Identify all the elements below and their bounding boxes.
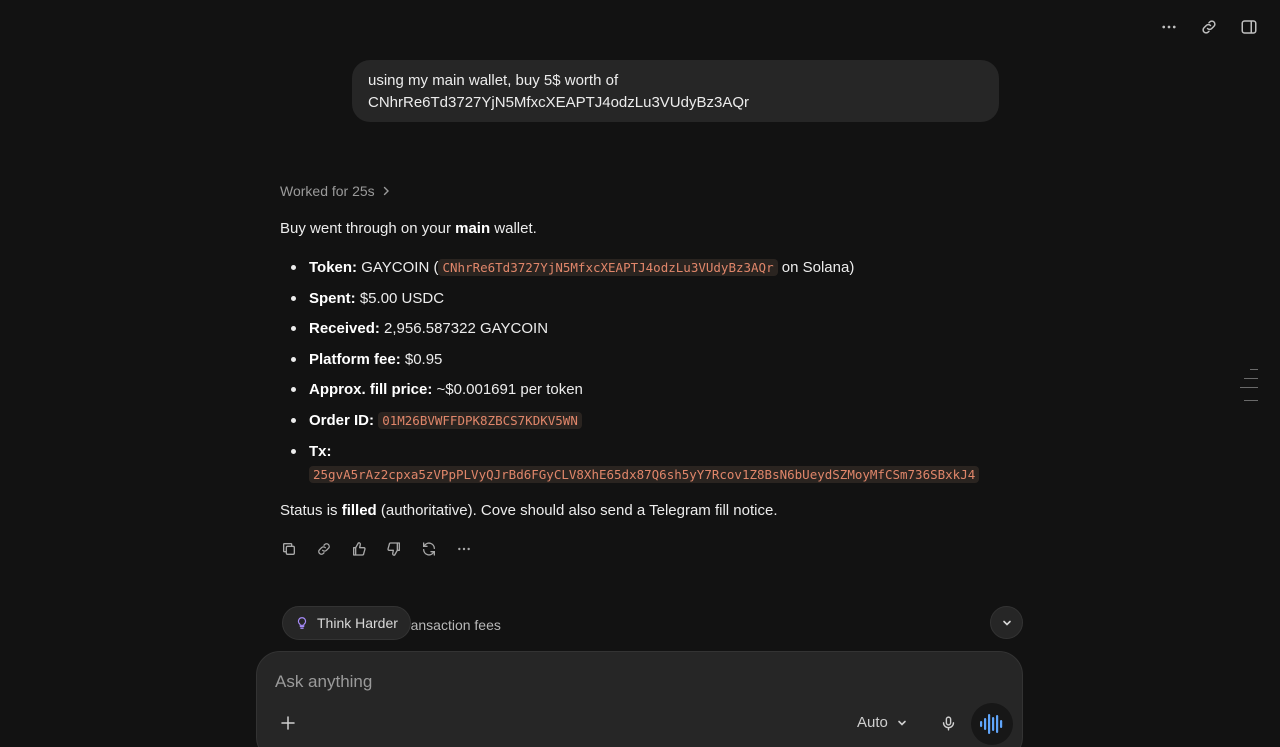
good-response-button[interactable]: [350, 540, 368, 558]
regenerate-icon: [423, 541, 435, 556]
user-message-line-1: using my main wallet, buy 5$ worth of: [368, 72, 619, 89]
thumbs-down-icon: [387, 541, 400, 556]
think-harder-button[interactable]: Think Harder: [282, 606, 411, 640]
share-link-button[interactable]: [1196, 14, 1222, 40]
token-address-code: CNhrRe6Td3727YjN5MfxcXEAPTJ4odzLu3VUdyBz…: [438, 259, 778, 276]
status-text-end: (authoritative). Cove should also send a…: [376, 501, 778, 519]
voice-mode-button[interactable]: [971, 703, 1013, 745]
intro-text-end: wallet.: [490, 220, 537, 237]
tx-hash-code: 25gvA5rAz2cpxa5zVPpPLVyQJrBd6FGyCLV8XhE6…: [309, 465, 980, 483]
order-details-list: Token: GAYCOIN (CNhrRe6Td3727YjN5MfxcXEA…: [280, 256, 1020, 486]
user-message-line-2: CNhrRe6Td3727YjN5MfxcXEAPTJ4odzLu3VUdyBz…: [368, 94, 749, 111]
sidebar-panel-icon: [1241, 20, 1257, 34]
status-line: Status is filled (authoritative). Cove s…: [280, 500, 1020, 522]
bad-response-button[interactable]: [385, 540, 403, 558]
received-label: Received:: [309, 320, 380, 338]
suggestion-partial-text[interactable]: ransaction fees: [406, 617, 501, 633]
response-intro: Buy went through on your main wallet.: [280, 218, 1020, 240]
conversation-minimap[interactable]: [1240, 369, 1258, 401]
regenerate-button[interactable]: [420, 540, 438, 558]
list-item-order-id: Order ID: 01M26BVWFFDPK8ZBCS7KDKV5WN: [280, 409, 1020, 432]
dictate-button[interactable]: [937, 712, 959, 734]
list-item-received: Received: 2,956.587322 GAYCOIN: [280, 317, 1020, 340]
share-message-button[interactable]: [315, 540, 333, 558]
add-attachment-button[interactable]: [277, 712, 299, 734]
link-icon: [318, 542, 330, 555]
worked-for-toggle[interactable]: Worked for 25s: [280, 182, 1020, 200]
minimap-line: [1240, 387, 1258, 388]
fee-value: $0.95: [400, 350, 443, 368]
more-actions-button[interactable]: [455, 540, 473, 558]
minimap-line: [1244, 378, 1258, 379]
chevron-down-icon: [1002, 620, 1011, 626]
spent-value: $5.00 USDC: [355, 289, 445, 307]
think-harder-label: Think Harder: [317, 615, 398, 631]
fee-label: Platform fee:: [309, 350, 401, 368]
voice-waveform-icon: [980, 714, 1003, 734]
link-icon: [1202, 20, 1216, 34]
plus-icon: [281, 716, 295, 730]
list-item-spent: Spent: $5.00 USDC: [280, 287, 1020, 310]
token-chain: on Solana): [777, 259, 855, 276]
scroll-to-bottom-button[interactable]: [990, 606, 1023, 639]
toggle-sidebar-button[interactable]: [1236, 14, 1262, 40]
worked-for-label: Worked for 25s: [280, 183, 375, 199]
order-id-code: 01M26BVWFFDPK8ZBCS7KDKV5WN: [378, 411, 582, 429]
token-label: Token:: [309, 259, 358, 276]
chevron-down-icon: [898, 720, 906, 726]
thumbs-up-icon: [353, 541, 366, 556]
copy-button[interactable]: [280, 540, 298, 558]
price-label: Approx. fill price:: [309, 381, 433, 399]
token-name: GAYCOIN (: [357, 259, 439, 276]
intro-bold: main: [455, 220, 491, 237]
composer: Auto: [256, 651, 1023, 747]
tx-hash-wrapper: 25gvA5rAz2cpxa5zVPpPLVyQJrBd6FGyCLV8XhE6…: [309, 463, 1020, 486]
minimap-line: [1244, 400, 1258, 401]
status-bold: filled: [341, 501, 377, 519]
minimap-line: [1250, 369, 1258, 370]
suggestion-row: Think Harder ransaction fees: [282, 606, 501, 640]
intro-text: Buy went through on your: [280, 220, 456, 237]
spent-label: Spent:: [309, 289, 356, 307]
status-text: Status is: [280, 501, 342, 519]
ellipsis-icon: [1162, 25, 1176, 29]
microphone-icon: [942, 715, 954, 731]
top-toolbar: [1156, 14, 1262, 40]
message-actions: [280, 540, 1020, 558]
lightbulb-icon: [297, 617, 307, 629]
order-id-label: Order ID:: [309, 411, 375, 429]
received-value: 2,956.587322 GAYCOIN: [379, 320, 549, 338]
list-item-fill-price: Approx. fill price: ~$0.001691 per token: [280, 378, 1020, 401]
list-item-token: Token: GAYCOIN (CNhrRe6Td3727YjN5MfxcXEA…: [280, 256, 1020, 279]
more-icon: [458, 547, 470, 550]
chevron-right-icon: [383, 186, 389, 196]
chat-input[interactable]: [275, 670, 975, 694]
tx-label: Tx:: [309, 442, 332, 460]
more-options-button[interactable]: [1156, 14, 1182, 40]
assistant-response: Worked for 25s Buy went through on your …: [280, 182, 1020, 558]
user-message-bubble: using my main wallet, buy 5$ worth of CN…: [352, 60, 999, 122]
copy-icon: [283, 542, 295, 555]
price-value: ~$0.001691 per token: [432, 381, 583, 399]
model-selector[interactable]: Auto: [857, 714, 908, 731]
list-item-tx: Tx: 25gvA5rAz2cpxa5zVPpPLVyQJrBd6FGyCLV8…: [280, 440, 1020, 486]
list-item-platform-fee: Platform fee: $0.95: [280, 348, 1020, 371]
model-selector-label: Auto: [857, 714, 888, 731]
